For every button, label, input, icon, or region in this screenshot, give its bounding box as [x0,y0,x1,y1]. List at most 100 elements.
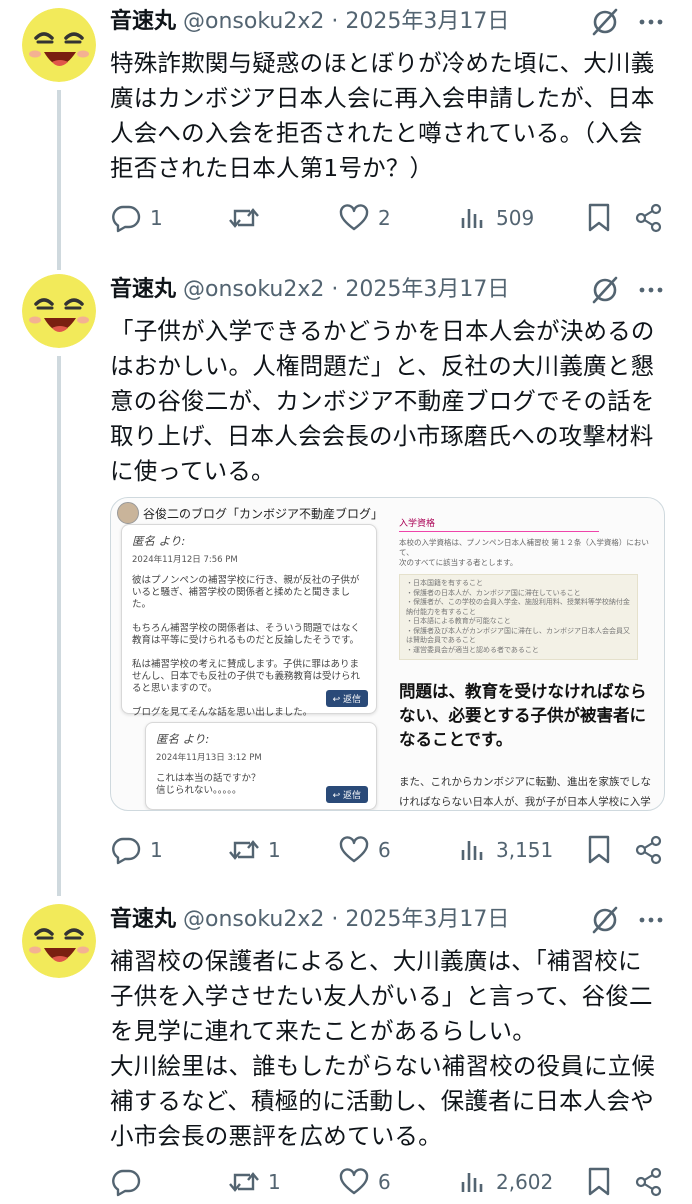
bold-statement: 問題は、教育を受けなければならない、必要とする子供が被害者になることです。 [399,682,647,749]
section-heading: 入学資格 [399,516,599,532]
more-icon[interactable] [638,275,664,305]
blog-avatar [117,502,139,524]
retweet-button[interactable]: 1 [228,835,338,865]
author-name[interactable]: 音速丸 [110,907,176,932]
views-count: 3,151 [496,838,554,862]
comment-box-2: 匿名 より: 2024年11月13日 3:12 PM これは本当の話ですか？ 信… [145,722,377,810]
thread-line [57,90,61,262]
like-icon [339,204,369,231]
blog-title-text: 谷俊二のブログ「カンボジア不動産ブログ」 [143,506,384,521]
header-separator: · [324,907,346,932]
views-button[interactable]: 3,151 [458,835,586,865]
like-count: 2 [378,206,391,230]
avatar-col [22,904,96,978]
header-separator: · [324,9,346,34]
action-bar: 1 2 509 [110,196,664,240]
like-icon [339,1168,369,1195]
retweet-count: 1 [268,1170,281,1194]
author-handle[interactable]: @onsoku2x2 [183,907,324,932]
reply-button[interactable]: 1 [110,203,228,233]
tweet-1[interactable]: 音速丸 @onsoku2x2 · 2025年3月17日 特殊詐欺関与疑惑のほとぼ… [0,0,692,262]
tweet-text: 補習校の保護者によると、大川義廣は、「補習校に子供を入学させたい友人がいる」と言… [110,947,656,1150]
retweet-button[interactable]: 1 [228,1167,338,1197]
reply-count: 1 [150,206,163,230]
action-bar: 1 6 2,602 [110,1160,664,1204]
grok-icon[interactable] [590,905,620,935]
tweet-header: 音速丸 @onsoku2x2 · 2025年3月17日 [110,902,664,938]
views-icon [461,1173,483,1192]
retweet-count: 1 [268,838,281,862]
like-icon [339,836,369,863]
share-button[interactable] [634,1167,664,1197]
section-list: ・日本国籍を有すること ・保護者の日本人が、カンボジア国に滞在していること ・保… [399,574,638,660]
comment-reply-button: ↩ 返信 [325,786,368,803]
comment-name: 匿名 より: [156,732,210,746]
retweet-button[interactable] [228,203,338,233]
avatar[interactable] [22,274,96,348]
reply-button[interactable] [110,1167,228,1197]
reply-icon [112,837,141,865]
bookmark-icon [588,203,610,232]
bookmark-icon [588,835,610,864]
share-icon [635,835,662,865]
views-button[interactable]: 509 [458,203,586,233]
share-icon [635,203,662,233]
author-name[interactable]: 音速丸 [110,277,176,302]
tweet-3[interactable]: 音速丸 @onsoku2x2 · 2025年3月17日 補習校の保護者によると、… [0,896,692,1200]
author-name[interactable]: 音速丸 [110,9,176,34]
avatar-col [22,8,96,82]
section-intro: 本校の入学資格は、プノンペン日本人補習校 第１２条（入学資格）において、 次のす… [399,538,649,567]
thread-line-top [57,262,61,270]
comment-box-1: 匿名 より: 2024年11月12日 7:56 PM 彼はプノンペンの補習学校に… [121,524,377,718]
comment-reply-button: ↩ 返信 [325,690,368,707]
header-separator: · [324,277,346,302]
bookmark-button[interactable] [586,202,630,234]
views-button[interactable]: 2,602 [458,1167,586,1197]
embedded-image[interactable]: 谷俊二のブログ「カンボジア不動産ブログ」 匿名 より: 2024年11月12日 … [110,497,665,811]
tweet-date[interactable]: 2025年3月17日 [345,277,509,302]
author-handle[interactable]: @onsoku2x2 [183,277,324,302]
comment-date: 2024年11月12日 7:56 PM [132,555,238,565]
retweet-icon [229,840,259,860]
grok-icon[interactable] [590,7,620,37]
more-icon[interactable] [638,7,664,37]
tweet-text: 特殊詐欺関与疑惑のほとぼりが冷めた頃に、大川義廣はカンボジア日本人会に再入会申請… [110,49,655,182]
views-icon [461,209,483,228]
tweet-date[interactable]: 2025年3月17日 [345,9,509,34]
share-icon [635,1167,662,1197]
bookmark-button[interactable] [586,834,630,866]
reply-icon [112,1169,141,1197]
article-paragraph: また、これからカンボジアに転勤、進出を家族でしなければならない日本人が、我が子が… [399,776,651,808]
views-icon [461,841,483,860]
tweet-date[interactable]: 2025年3月17日 [345,907,509,932]
tweet-header: 音速丸 @onsoku2x2 · 2025年3月17日 [110,272,664,308]
share-button[interactable] [634,203,664,233]
reply-icon [112,205,141,233]
like-button[interactable]: 6 [338,1167,458,1197]
more-icon[interactable] [638,905,664,935]
like-count: 6 [378,1170,391,1194]
reply-count: 1 [150,838,163,862]
like-count: 6 [378,838,391,862]
like-button[interactable]: 2 [338,203,458,233]
tweet-header: 音速丸 @onsoku2x2 · 2025年3月17日 [110,4,664,40]
avatar[interactable] [22,8,96,82]
blog-article: 入学資格 本校の入学資格は、プノンペン日本人補習校 第１２条（入学資格）において… [399,516,659,810]
tweet-text: 「子供が入学できるかどうかを日本人会が決めるのはおかしい。人権問題だ」と、反社の… [110,317,655,485]
grok-icon[interactable] [590,275,620,305]
retweet-icon [229,1172,259,1192]
avatar[interactable] [22,904,96,978]
avatar-col [22,274,96,348]
author-handle[interactable]: @onsoku2x2 [183,9,324,34]
bookmark-button[interactable] [586,1166,630,1198]
action-bar: 1 1 6 3,151 [110,828,664,872]
share-button[interactable] [634,835,664,865]
comment-name: 匿名 より: [132,534,186,548]
thread-line [57,356,61,896]
views-count: 509 [496,206,535,230]
comment-date: 2024年11月13日 3:12 PM [156,753,262,763]
reply-button[interactable]: 1 [110,835,228,865]
bookmark-icon [588,1167,610,1196]
like-button[interactable]: 6 [338,835,458,865]
views-count: 2,602 [496,1170,554,1194]
